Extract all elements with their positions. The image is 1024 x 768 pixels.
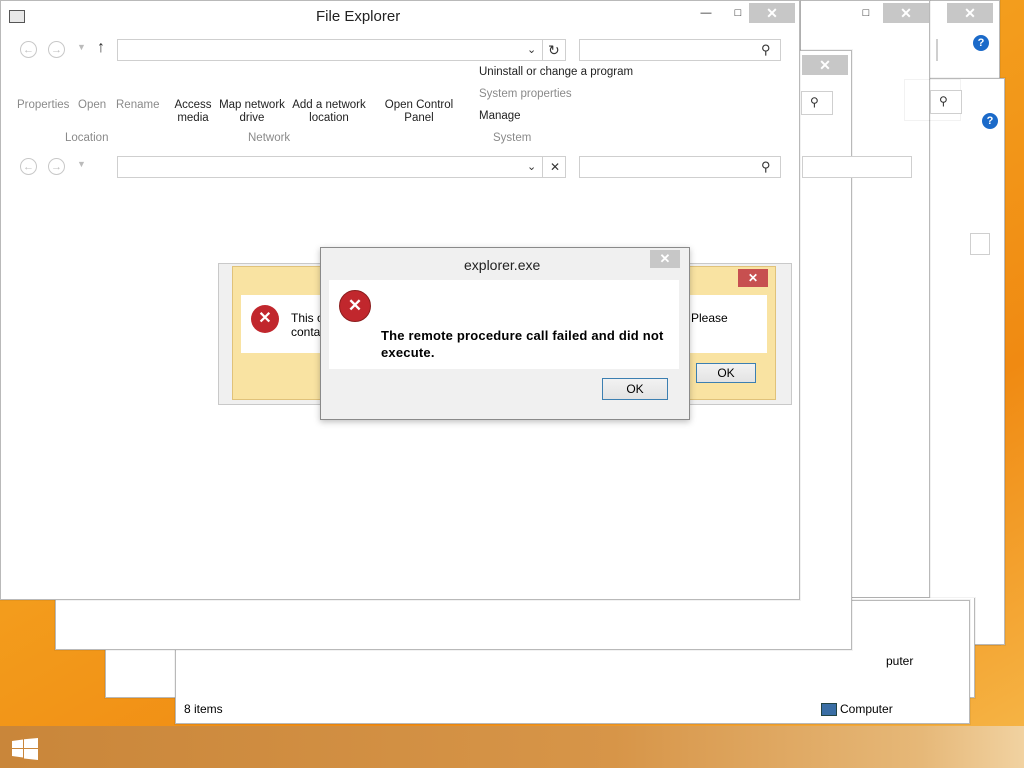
ribbon-system-properties[interactable]: System properties [479, 88, 572, 101]
clear-address-button[interactable]: ✕ [542, 156, 566, 178]
ribbon-manage[interactable]: Manage [479, 110, 521, 123]
dialog-text-line1: This o [291, 311, 324, 325]
refresh-icon: ↻ [548, 42, 560, 58]
search-icon: ⚲ [810, 95, 819, 109]
dialog-content: ✕ The remote procedure call failed and d… [329, 280, 679, 369]
maximize-button[interactable]: □ [851, 3, 881, 23]
dialog-text-right: Please [691, 311, 728, 325]
close-button[interactable]: ✕ [947, 3, 993, 23]
close-icon: ✕ [550, 160, 561, 174]
error-icon: ✕ [339, 290, 371, 322]
status-computer: Computer [840, 702, 893, 716]
search-box-2[interactable]: ⚲ [579, 156, 781, 178]
recent-locations-icon-2[interactable]: ▼ [77, 159, 86, 169]
back-icon-2[interactable]: ← [20, 158, 37, 175]
ribbon-map-network-drive[interactable]: Map network drive [216, 99, 288, 125]
windows-logo-icon [12, 738, 38, 760]
search-icon: ⚲ [761, 159, 771, 174]
search-box-fragment[interactable] [802, 156, 912, 178]
ribbon-access-media[interactable]: Access media [171, 99, 215, 125]
search-box[interactable]: ⚲ [579, 39, 781, 61]
up-arrow-icon[interactable]: ↑ [97, 39, 105, 57]
group-label-system: System [493, 132, 532, 144]
computer-icon [821, 703, 837, 716]
group-label-location: Location [65, 132, 109, 144]
close-button[interactable]: ✕ [802, 55, 848, 75]
search-box[interactable]: ⚲ [930, 90, 962, 114]
address-bar[interactable]: ⌄ [117, 39, 543, 61]
ribbon-properties[interactable]: Properties [17, 99, 69, 112]
error-message: The remote procedure call failed and did… [381, 328, 664, 360]
ok-button[interactable]: OK [696, 363, 756, 383]
taskbar [0, 726, 1024, 768]
search-icon: ⚲ [939, 94, 948, 108]
ribbon-open-control-panel[interactable]: Open Control Panel [379, 99, 459, 125]
window-title: File Explorer [316, 8, 401, 25]
status-computer-secondary: puter [886, 654, 914, 668]
status-item-count: 8 items [184, 702, 223, 716]
window-app-icon [9, 10, 25, 23]
close-button[interactable]: ✕ [749, 3, 795, 23]
search-box[interactable]: ⚲ [801, 91, 833, 115]
background-window-right-mid: ⚲ [905, 80, 962, 120]
dialog-title: explorer.exe [464, 257, 541, 273]
address-bar-2[interactable]: ⌄ [117, 156, 543, 178]
close-button[interactable]: ✕ [738, 269, 768, 287]
dialog-ok-button[interactable]: OK [602, 378, 668, 400]
forward-icon-2[interactable]: → [48, 158, 65, 175]
chevron-down-icon[interactable]: ⌄ [527, 160, 536, 173]
help-icon[interactable]: ? [982, 113, 998, 129]
group-label-network: Network [248, 132, 291, 144]
ribbon-add-network-location[interactable]: Add a network location [289, 99, 369, 125]
address-box-fragment[interactable] [970, 233, 990, 255]
ribbon-rename[interactable]: Rename [116, 99, 159, 112]
search-icon: ⚲ [761, 42, 771, 57]
chevron-down-icon[interactable]: ⌄ [527, 43, 536, 56]
search-box-fragment[interactable] [936, 39, 938, 61]
back-icon[interactable]: ← [20, 41, 37, 58]
recent-locations-icon[interactable]: ▼ [77, 42, 86, 52]
close-button[interactable]: ✕ [883, 3, 929, 23]
error-dialog: explorer.exe ✕ ✕ The remote procedure ca… [320, 247, 690, 420]
ribbon-open[interactable]: Open [78, 99, 106, 112]
minimize-button[interactable]: — [691, 3, 721, 23]
forward-icon[interactable]: → [48, 41, 65, 58]
ribbon-uninstall-program[interactable]: Uninstall or change a program [479, 66, 633, 79]
error-icon: ✕ [251, 305, 279, 333]
start-button[interactable] [12, 738, 40, 760]
dialog-close-button[interactable]: ✕ [650, 250, 680, 268]
refresh-button[interactable]: ↻ [542, 39, 566, 61]
help-icon[interactable]: ? [973, 35, 989, 51]
